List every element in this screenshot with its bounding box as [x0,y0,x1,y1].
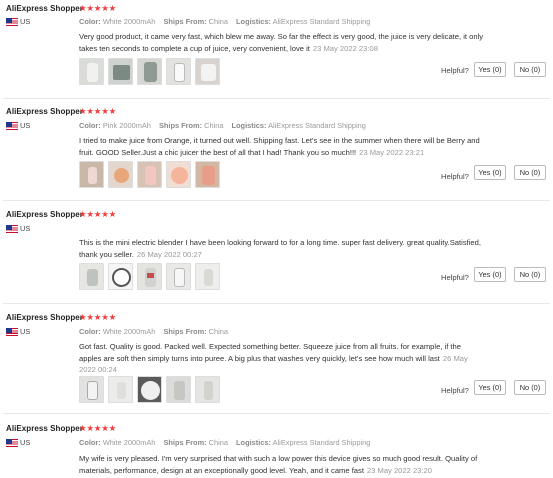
review-body: Very good product, it came very fast, wh… [79,32,484,53]
review-photo-thumbnail[interactable] [137,263,162,290]
color-value: Pink 2000mAh [102,121,151,130]
review-photo-thumbnail[interactable] [195,58,220,85]
helpful-yes-button[interactable]: Yes (0) [474,267,506,282]
helpful-label: Helpful? [441,273,469,282]
ships-from-value: China [208,327,228,336]
review-photo-thumbnail[interactable] [79,376,104,403]
review-photo-thumbnail[interactable] [166,376,191,403]
reviewer-country: US [20,438,31,447]
logistics-label: Logistics: [236,17,271,26]
helpful-no-button[interactable]: No (0) [514,62,546,77]
review-sku-info: Color: White 2000mAh Ships From: China L… [79,17,376,26]
logistics-value: AliExpress Standard Shipping [272,438,371,447]
review-photo-thumbnail[interactable] [166,58,191,85]
us-flag-icon [6,225,18,233]
review-text: Very good product, it came very fast, wh… [79,31,484,54]
star-rating: ★★★★★ [79,209,117,219]
review-photo-thumbnail[interactable] [79,263,104,290]
review-photos [79,376,220,403]
helpful-label: Helpful? [441,66,469,75]
review-date: 23 May 2022 23:08 [312,43,378,53]
ships-from-label: Ships From: [158,121,203,130]
review-sku-info: Color: White 2000mAh Ships From: China L… [79,438,376,447]
us-flag-icon [6,122,18,130]
review-photo-thumbnail[interactable] [108,58,133,85]
ships-from-label: Ships From: [163,17,207,26]
review-divider [3,98,550,99]
review-photo-thumbnail[interactable] [79,161,104,188]
review-photo-thumbnail[interactable] [195,376,220,403]
review-text: Got fast. Quality is good. Packed well. … [79,341,484,376]
ships-from-value: China [208,438,228,447]
color-value: White 2000mAh [102,327,156,336]
reviewer-name: AliExpress Shopper [6,313,83,322]
review-photos [79,263,220,290]
reviewer-country: US [20,121,31,130]
logistics-value: AliExpress Standard Shipping [272,17,371,26]
color-value: White 2000mAh [102,17,156,26]
color-label: Color: [79,327,101,336]
star-rating: ★★★★★ [79,3,117,13]
us-flag-icon [6,18,18,26]
reviewer-name: AliExpress Shopper [6,107,83,116]
color-label: Color: [79,121,101,130]
review-photo-thumbnail[interactable] [137,161,162,188]
review-photo-thumbnail[interactable] [195,161,220,188]
review-photo-thumbnail[interactable] [195,263,220,290]
review-text: My wife is very pleased. I'm very surpri… [79,453,484,476]
logistics-label: Logistics: [236,438,271,447]
review-item: AliExpress Shopper ★★★★★ US Color: White… [0,304,553,404]
review-item: AliExpress Shopper ★★★★★ US This is the … [0,201,553,301]
reviewer-country: US [20,224,31,233]
star-rating: ★★★★★ [79,423,117,433]
color-label: Color: [79,438,101,447]
review-photo-thumbnail[interactable] [79,58,104,85]
ships-from-label: Ships From: [163,438,207,447]
helpful-no-button[interactable]: No (0) [514,165,546,180]
star-rating: ★★★★★ [79,312,117,322]
review-photo-thumbnail[interactable] [108,263,133,290]
review-item: AliExpress Shopper ★★★★★ US Color: White… [0,414,553,478]
review-text: This is the mini electric blender I have… [79,237,484,260]
review-sku-info: Color: White 2000mAh Ships From: China [79,327,234,336]
star-rating: ★★★★★ [79,106,117,116]
review-photo-thumbnail[interactable] [108,161,133,188]
review-photo-thumbnail[interactable] [137,376,162,403]
ships-from-value: China [204,121,224,130]
review-photo-thumbnail[interactable] [166,161,191,188]
review-body: Got fast. Quality is good. Packed well. … [79,342,461,363]
review-photo-thumbnail[interactable] [108,376,133,403]
reviewer-name: AliExpress Shopper [6,424,83,433]
review-text: I tried to make juice from Orange, it tu… [79,135,484,158]
helpful-yes-button[interactable]: Yes (0) [474,62,506,77]
review-photos [79,58,220,85]
logistics-value: AliExpress Standard Shipping [268,121,366,130]
review-date: 23 May 2022 23:21 [359,147,425,157]
reviewer-name: AliExpress Shopper [6,210,83,219]
review-item: AliExpress Shopper ★★★★★ US Color: Pink … [0,100,553,200]
review-sku-info: Color: Pink 2000mAh Ships From: China Lo… [79,121,372,130]
helpful-no-button[interactable]: No (0) [514,267,546,282]
helpful-yes-button[interactable]: Yes (0) [474,380,506,395]
review-photos [79,161,220,188]
review-item: AliExpress Shopper ★★★★★ US Color: White… [0,0,553,100]
reviewer-country: US [20,327,31,336]
review-photo-thumbnail[interactable] [166,263,191,290]
review-photo-thumbnail[interactable] [137,58,162,85]
review-date: 23 May 2022 23:20 [366,465,432,475]
helpful-yes-button[interactable]: Yes (0) [474,165,506,180]
color-value: White 2000mAh [102,438,156,447]
us-flag-icon [6,328,18,336]
review-date: 26 May 2022 00:27 [136,249,202,259]
logistics-label: Logistics: [231,121,267,130]
helpful-no-button[interactable]: No (0) [514,380,546,395]
reviewer-country: US [20,17,31,26]
helpful-label: Helpful? [441,386,469,395]
us-flag-icon [6,439,18,447]
reviewer-name: AliExpress Shopper [6,4,83,13]
helpful-label: Helpful? [441,172,469,181]
ships-from-value: China [208,17,228,26]
color-label: Color: [79,17,101,26]
ships-from-label: Ships From: [163,327,207,336]
